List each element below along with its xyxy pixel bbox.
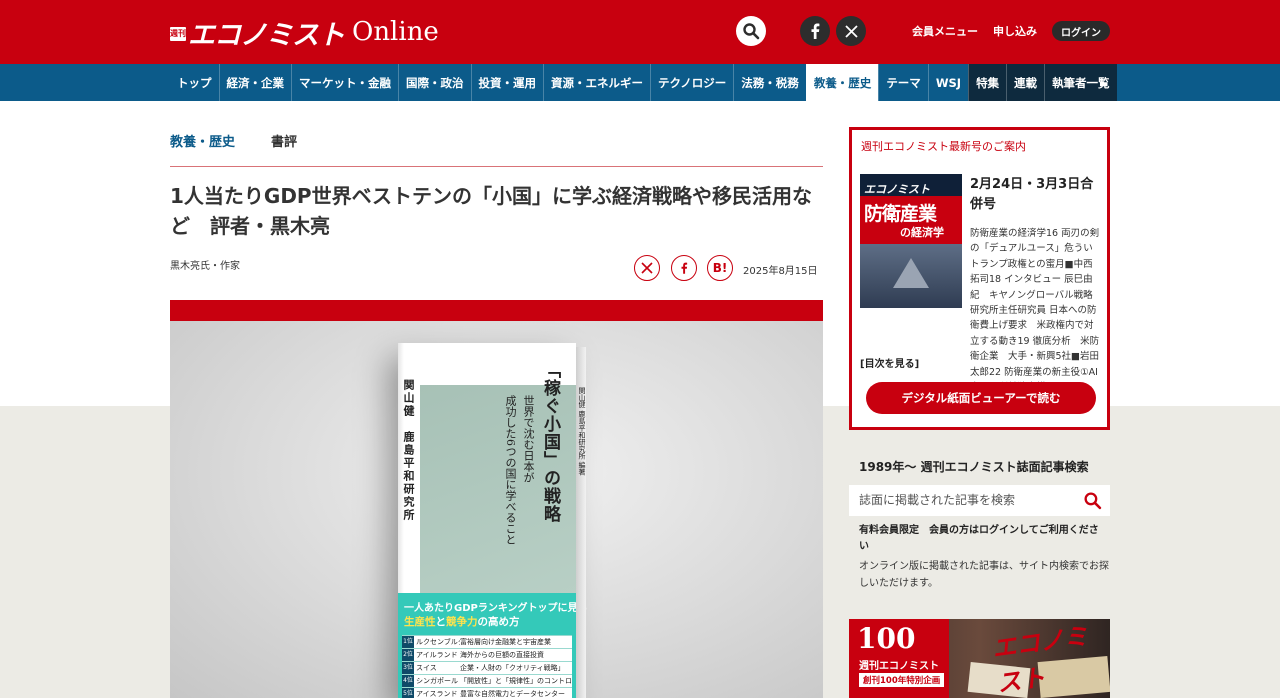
logo-mark: 週刊 <box>170 27 186 41</box>
login-button[interactable]: ログイン <box>1052 21 1110 41</box>
band-subtitle: 生産性と競争力の高め方 <box>404 616 520 628</box>
facebook-icon <box>681 262 688 274</box>
search-button[interactable] <box>736 16 766 46</box>
article-title: 1人当たりGDP世界ベストテンの「小国」に学ぶ経済戦略や移民活用など 評者・黒木… <box>170 184 812 238</box>
breadcrumb-category[interactable]: 教養・歴史 <box>170 131 235 150</box>
book-cover: 「稼ぐ小国」の戦略 世界で沈む日本が 成功した6つの国に学べること 関山健 鹿島… <box>398 343 588 698</box>
nav-item[interactable]: 資源・エネルギー <box>543 64 650 101</box>
band-row: 2位 アイルランド 海外からの巨額の直接投資 <box>402 648 572 661</box>
banner-line-2: 創刊100年特別企画 <box>859 673 945 687</box>
banner-line-1: 週刊エコノミスト <box>859 661 939 672</box>
book-spine-authors: 関山健 鹿島平和研究所 編著 <box>578 387 586 476</box>
digital-viewer-button[interactable]: デジタル紙面ビューアーで読む <box>866 382 1096 414</box>
issue-contents: 防衛産業の経済学16 両刃の剣の「デュアルユース」危ういトランプ政権との蜜月■中… <box>970 228 1107 393</box>
breadcrumb-sub[interactable]: 書評 <box>271 131 297 150</box>
cover-logo: エコノミスト <box>864 183 930 196</box>
article-author[interactable]: 黒木亮氏・作家 <box>170 257 240 272</box>
band-rank: 4位 <box>402 675 414 687</box>
share-x-button[interactable] <box>634 255 660 281</box>
toc-link[interactable]: [目次を見る] <box>860 355 919 370</box>
archive-search-button[interactable] <box>1083 491 1102 514</box>
book-authors-cover: 関山健 鹿島平和研究所 <box>402 379 415 522</box>
band-desc: 海外からの巨額の直接投資 <box>460 651 544 659</box>
archive-description: オンライン版に掲載された記事は、サイト内検索でお探しいただけます。 <box>859 561 1109 589</box>
nav-item[interactable]: 執筆者一覧 <box>1044 64 1117 101</box>
band-desc: 豊富な自然電力とデータセンター <box>460 690 565 698</box>
band-rank: 2位 <box>402 649 414 661</box>
site-header: 週刊 エコノミスト Online 会員メニュー 申し込み ログイン <box>0 0 1280 64</box>
facebook-button[interactable] <box>800 16 830 46</box>
band-country: スイス <box>416 664 437 672</box>
hero-image: 「稼ぐ小国」の戦略 世界で沈む日本が 成功した6つの国に学べること 関山健 鹿島… <box>170 321 823 698</box>
band-rank: 5位 <box>402 688 414 698</box>
cover-subtitle: の経済学 <box>900 226 944 239</box>
x-icon <box>844 24 858 38</box>
breadcrumb-divider <box>170 166 823 167</box>
nav-item[interactable]: 連載 <box>1006 64 1045 101</box>
cover-title: 防衛産業 <box>864 203 937 225</box>
main-nav: トップ 経済・企業 マーケット・金融 国際・政治 投資・運用 資源・エネルギー テクノロジー… <box>0 64 1280 101</box>
band-row: 5位 アイスランド 豊富な自然電力とデータセンター <box>402 687 572 698</box>
nav-items: トップ 経済・企業 マーケット・金融 国際・政治 投資・運用 資源・エネルギー テクノロジー… <box>170 64 1117 101</box>
x-icon <box>641 262 653 274</box>
magazine-cover[interactable]: エコノミスト 防衛産業 の経済学 <box>860 174 962 308</box>
nav-item[interactable]: テクノロジー <box>650 64 733 101</box>
archive-heading: 1989年〜 週刊エコノミスト誌面記事検索 <box>859 460 1089 474</box>
band-row: 4位シンガポール「開放性」と「規律性」のコントロール <box>402 674 572 687</box>
hero-top-bar <box>170 300 823 321</box>
band-ranking-list: 1位 ルクセンブルク 富裕層向け金融業と宇宙産業 2位 アイルランド 海外からの巨額の直接… <box>402 635 572 698</box>
article-date: 2025年8月15日 <box>743 266 818 277</box>
anniversary-banner[interactable]: 100 週刊エコノミスト 創刊100年特別企画 エコノミスト <box>849 619 1110 698</box>
search-icon <box>743 23 760 40</box>
latest-issue-promo: 週刊エコノミスト最新号のご案内 エコノミスト 防衛産業 の経済学 2月24日・3… <box>849 127 1110 430</box>
nav-item[interactable]: 法務・税務 <box>733 64 806 101</box>
nav-item[interactable]: 経済・企業 <box>218 64 292 101</box>
archive-search-input[interactable] <box>859 489 1079 511</box>
band-desc: 企業・人財の「クオリティ戦略」 <box>460 664 565 672</box>
x-button[interactable] <box>836 16 866 46</box>
facebook-icon <box>811 23 820 39</box>
band-row: 3位 スイス 企業・人財の「クオリティ戦略」 <box>402 661 572 674</box>
nav-item[interactable]: テーマ <box>878 64 928 101</box>
nav-item[interactable]: 投資・運用 <box>470 64 544 101</box>
share-facebook-button[interactable] <box>671 255 697 281</box>
site-logo[interactable]: 週刊 エコノミスト Online <box>170 14 439 51</box>
subscribe-link[interactable]: 申し込み <box>993 23 1037 39</box>
book-subtitle-1: 世界で沈む日本が <box>522 395 535 483</box>
issue-date: 2月24日・3月3日合併号 <box>970 177 1094 212</box>
band-desc: 富裕層向け金融業と宇宙産業 <box>460 638 551 646</box>
book-spine: 関山健 鹿島平和研究所 編著 <box>576 347 586 698</box>
book-subtitle-2: 成功した6つの国に学べること <box>504 395 517 545</box>
band-country: アイルランド <box>416 651 458 659</box>
book-title: 「稼ぐ小国」の戦略 <box>540 361 560 523</box>
archive-search-box <box>849 485 1110 516</box>
nav-item[interactable]: トップ <box>170 64 219 101</box>
archive-member-note: 有料会員限定 会員の方はログインしてご利用ください <box>859 525 1099 552</box>
band-rank: 3位 <box>402 662 414 674</box>
share-hatena-button[interactable]: B! <box>707 255 733 281</box>
nav-item[interactable]: 国際・政治 <box>398 64 471 101</box>
band-row: 1位 ルクセンブルク 富裕層向け金融業と宇宙産業 <box>402 635 572 648</box>
nav-item[interactable]: 教養・歴史 <box>805 64 879 101</box>
band-country: ルクセンブルク <box>416 638 460 646</box>
hatena-icon: B! <box>712 261 728 275</box>
search-icon <box>1084 492 1102 510</box>
nav-item[interactable]: マーケット・金融 <box>291 64 398 101</box>
member-menu-link[interactable]: 会員メニュー <box>912 23 978 39</box>
logo-text-en: Online <box>352 17 439 47</box>
band-desc: 「開放性」と「規律性」のコントロール <box>460 677 572 685</box>
band-country: アイスランド <box>416 690 458 698</box>
band-country: シンガポール <box>416 677 458 685</box>
promo-heading: 週刊エコノミスト最新号のご案内 <box>861 140 1026 153</box>
banner-100: 100 <box>857 622 916 655</box>
band-rank: 1位 <box>402 636 414 648</box>
nav-item[interactable]: 特集 <box>968 64 1007 101</box>
fighter-jet-image <box>893 258 929 288</box>
logo-text-jp: エコノミスト <box>188 19 345 51</box>
nav-item[interactable]: WSJ <box>927 64 968 101</box>
band-title: 一人あたりGDPランキングトップに見る <box>404 603 588 614</box>
book-band: 一人あたりGDPランキングトップに見る 生産性と競争力の高め方 1位 ルクセンブル… <box>398 593 588 698</box>
